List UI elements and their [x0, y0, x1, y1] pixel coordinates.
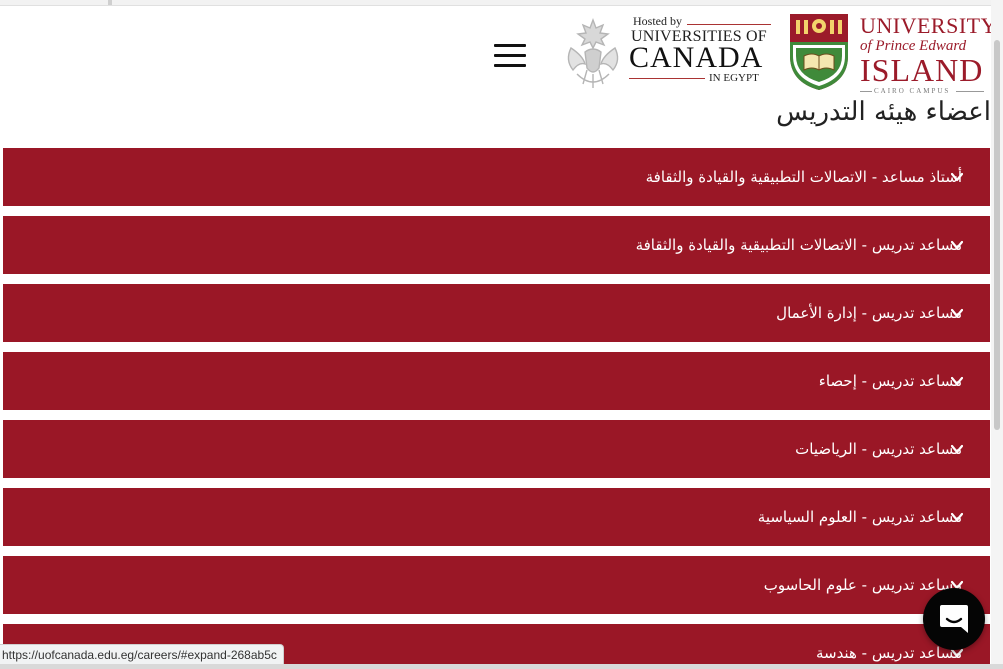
upei-crest-icon — [790, 14, 848, 90]
accordion-item-label: أستاذ مساعد - الاتصالات التطبيقية والقيا… — [645, 168, 962, 186]
accordion-item[interactable]: أستاذ مساعد - الاتصالات التطبيقية والقيا… — [3, 148, 990, 206]
hosted-by-text: Hosted by — [633, 14, 682, 28]
accordion-item-label: مساعد تدريس - إحصاء — [818, 372, 962, 390]
cairo-campus-text: CAIRO CAMPUS — [874, 87, 951, 95]
accordion-item[interactable]: مساعد تدريس - الرياضيات — [3, 420, 990, 478]
accordion-item[interactable]: مساعد تدريس - الاتصالات التطبيقية والقيا… — [3, 216, 990, 274]
faculty-accordion: أستاذ مساعد - الاتصالات التطبيقية والقيا… — [3, 148, 990, 669]
universities-of-canada-logo[interactable]: Hosted by UNIVERSITIES OF CANADA IN EGYP… — [563, 14, 773, 94]
chat-bubble-icon — [940, 605, 968, 633]
chevron-down-icon — [951, 444, 963, 454]
chat-button[interactable] — [923, 588, 985, 650]
site-header: Hosted by UNIVERSITIES OF CANADA IN EGYP… — [0, 6, 1003, 98]
canada-text: CANADA — [629, 41, 764, 74]
upei-logo[interactable]: UNIVERSITY of Prince Edward ISLAND CAIRO… — [788, 12, 997, 98]
chevron-down-icon — [951, 172, 963, 182]
in-egypt-text: IN EGYPT — [709, 72, 759, 84]
taskbar-edge — [0, 664, 1003, 669]
page-scrollbar[interactable] — [991, 0, 1003, 669]
page: Hosted by UNIVERSITIES OF CANADA IN EGYP… — [0, 0, 1003, 669]
chevron-down-icon — [951, 512, 963, 522]
accordion-item-label: مساعد تدريس - الرياضيات — [795, 440, 962, 458]
accordion-item-label: مساعد تدريس - العلوم السياسية — [757, 508, 962, 526]
chevron-down-icon — [951, 376, 963, 386]
accordion-item-label: مساعد تدريس - الاتصالات التطبيقية والقيا… — [635, 236, 962, 254]
page-title: اعضاء هيئه التدريس — [776, 97, 991, 127]
accordion-item[interactable]: مساعد تدريس - علوم الحاسوب — [3, 556, 990, 614]
accordion-item[interactable]: مساعد تدريس - العلوم السياسية — [3, 488, 990, 546]
chevron-down-icon — [951, 308, 963, 318]
logo-rule — [629, 78, 705, 79]
accordion-item[interactable]: مساعد تدريس - إدارة الأعمال — [3, 284, 990, 342]
status-bar-url: https://uofcanada.edu.eg/careers/#expand… — [0, 644, 284, 666]
eagle-maple-emblem-icon — [567, 18, 619, 88]
hamburger-menu-icon[interactable] — [494, 44, 526, 68]
university-text: UNIVERSITY — [860, 13, 997, 38]
logo-rule — [860, 91, 872, 92]
scrollbar-thumb[interactable] — [994, 40, 1000, 430]
accordion-item-label: مساعد تدريس - إدارة الأعمال — [776, 304, 962, 322]
logo-rule — [687, 24, 771, 25]
chevron-down-icon — [951, 240, 963, 250]
logo-rule — [956, 91, 984, 92]
accordion-item-label: مساعد تدريس - علوم الحاسوب — [763, 576, 962, 594]
accordion-item[interactable]: مساعد تدريس - إحصاء — [3, 352, 990, 410]
island-text: ISLAND — [860, 52, 984, 88]
